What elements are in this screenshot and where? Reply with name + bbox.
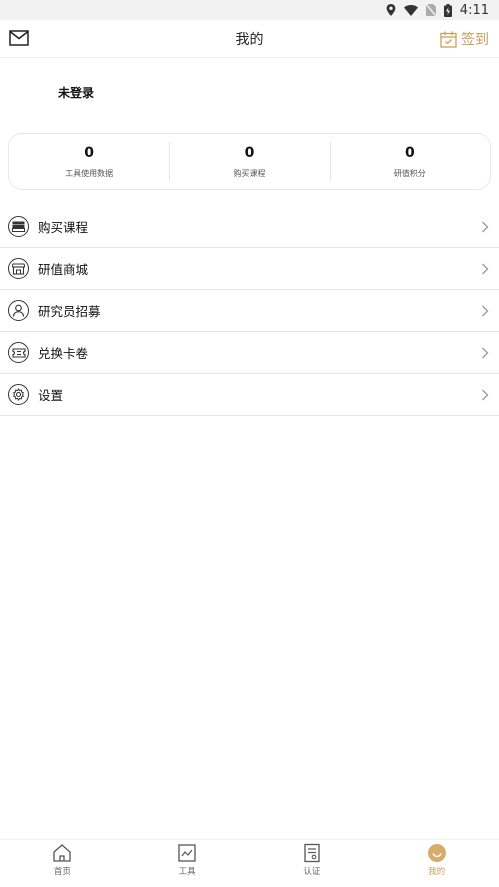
status-time: 4:11 bbox=[459, 2, 489, 18]
stat-value: 0 bbox=[244, 145, 255, 161]
menu-item-label: 研究员招募 bbox=[38, 304, 101, 319]
chart-icon bbox=[178, 844, 196, 862]
checkin-button[interactable]: 签到 bbox=[440, 29, 489, 49]
user-icon bbox=[8, 300, 29, 321]
battery-icon bbox=[443, 3, 452, 17]
menu-item-settings[interactable]: 设置 bbox=[0, 374, 499, 416]
course-list-icon bbox=[8, 216, 29, 237]
menu-item-label: 购买课程 bbox=[38, 220, 89, 235]
wifi-icon bbox=[403, 4, 418, 16]
menu-list: 购买课程 研值商城 研究员招募 兑换卡卷 设置 bbox=[0, 206, 499, 416]
ticket-icon bbox=[8, 342, 29, 363]
menu-item-redeem-voucher[interactable]: 兑换卡卷 bbox=[0, 332, 499, 374]
menu-item-points-store[interactable]: 研值商城 bbox=[0, 248, 499, 290]
tab-label: 首页 bbox=[53, 867, 71, 877]
tab-certification[interactable]: 认证 bbox=[250, 840, 375, 887]
chevron-right-icon bbox=[482, 221, 489, 232]
smiley-icon bbox=[427, 844, 446, 862]
menu-item-label: 兑换卡卷 bbox=[38, 346, 89, 361]
certificate-icon bbox=[304, 843, 320, 863]
status-bar: 4:11 bbox=[0, 0, 499, 20]
tab-label: 我的 bbox=[428, 867, 446, 877]
home-icon bbox=[53, 844, 72, 862]
no-sim-icon bbox=[425, 4, 436, 16]
menu-item-researcher-recruit[interactable]: 研究员招募 bbox=[0, 290, 499, 332]
stat-value: 0 bbox=[404, 145, 415, 161]
menu-item-buy-course[interactable]: 购买课程 bbox=[0, 206, 499, 248]
stat-purchased-courses[interactable]: 0 购买课程 bbox=[169, 134, 329, 189]
gear-icon bbox=[8, 384, 29, 405]
stat-points[interactable]: 0 研值积分 bbox=[329, 134, 490, 189]
menu-item-label: 设置 bbox=[38, 388, 64, 403]
tab-tools[interactable]: 工具 bbox=[125, 840, 250, 887]
store-icon bbox=[8, 258, 29, 279]
stats-card: 0 工具使用数据 0 购买课程 0 研值积分 bbox=[8, 133, 491, 190]
chevron-right-icon bbox=[482, 389, 489, 400]
chevron-right-icon bbox=[482, 305, 489, 316]
chevron-right-icon bbox=[482, 347, 489, 358]
mail-icon[interactable] bbox=[9, 30, 29, 46]
stat-label: 工具使用数据 bbox=[65, 169, 114, 178]
bottom-tab-bar: 首页 工具 认证 我的 bbox=[0, 839, 499, 887]
header: 我的 签到 bbox=[0, 20, 499, 58]
calendar-check-icon bbox=[440, 31, 457, 48]
tab-label: 认证 bbox=[303, 867, 321, 877]
login-link[interactable]: 未登录 bbox=[58, 84, 94, 101]
stat-tool-usage[interactable]: 0 工具使用数据 bbox=[9, 134, 169, 189]
tab-label: 工具 bbox=[178, 867, 196, 877]
stat-value: 0 bbox=[84, 145, 95, 161]
tab-mine[interactable]: 我的 bbox=[374, 840, 499, 887]
tab-home[interactable]: 首页 bbox=[0, 840, 125, 887]
menu-item-label: 研值商城 bbox=[38, 262, 89, 277]
page-title: 我的 bbox=[235, 31, 264, 48]
location-icon bbox=[386, 4, 396, 16]
chevron-right-icon bbox=[482, 263, 489, 274]
stat-label: 购买课程 bbox=[233, 169, 266, 178]
checkin-label: 签到 bbox=[461, 32, 489, 48]
stat-label: 研值积分 bbox=[393, 169, 426, 178]
